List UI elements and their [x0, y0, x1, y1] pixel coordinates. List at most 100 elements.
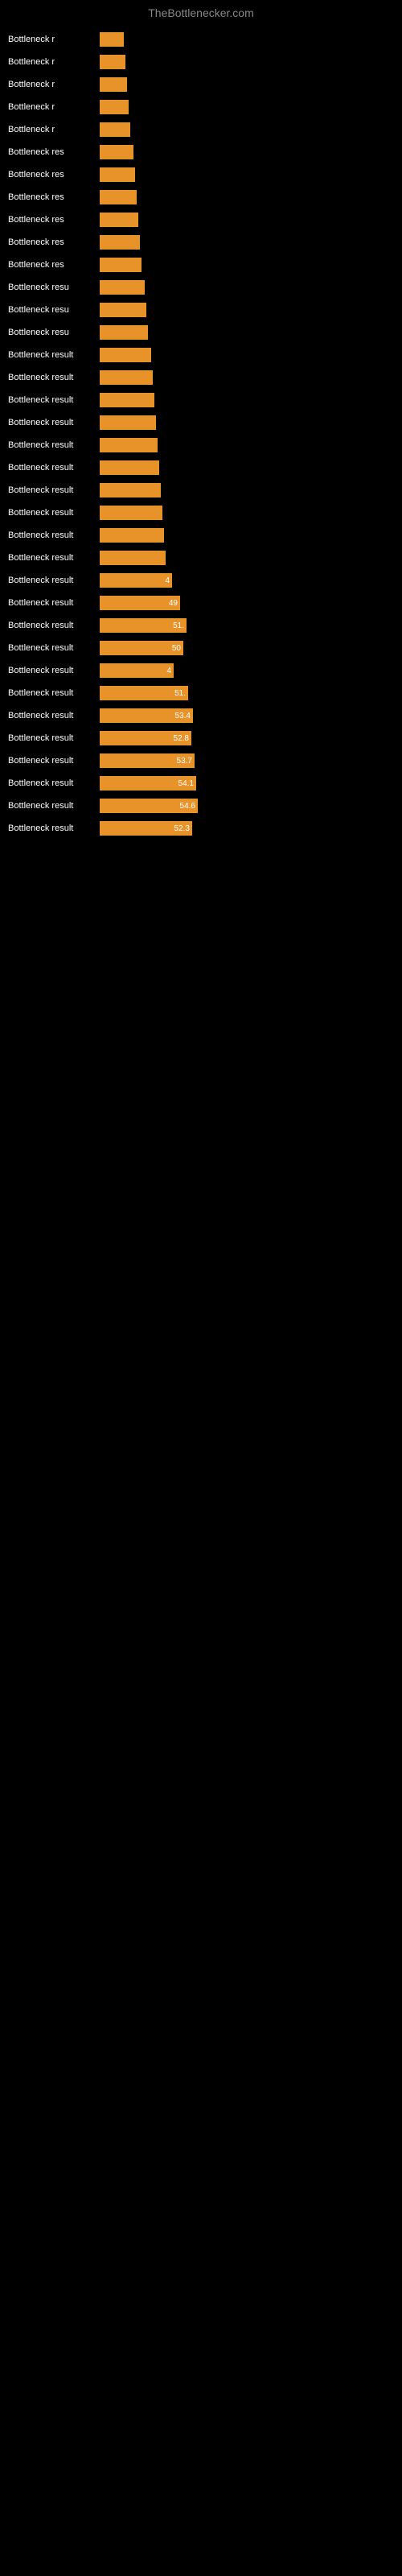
bar-label: Bottleneck result	[8, 395, 96, 405]
bar-label: Bottleneck result	[8, 440, 96, 450]
bar-label: Bottleneck res	[8, 147, 96, 157]
table-row: Bottleneck result 4	[8, 662, 394, 679]
bar-label: Bottleneck res	[8, 215, 96, 225]
table-row: Bottleneck r	[8, 53, 394, 71]
bar	[100, 77, 127, 92]
table-row: Bottleneck res	[8, 166, 394, 184]
bar-label: Bottleneck result	[8, 801, 96, 811]
bar-label: Bottleneck resu	[8, 305, 96, 315]
bar-value: 54.1	[178, 779, 194, 788]
bar	[100, 100, 129, 114]
bar	[100, 506, 162, 520]
table-row: Bottleneck result	[8, 346, 394, 364]
bar-label: Bottleneck result	[8, 530, 96, 540]
bar-label: Bottleneck r	[8, 57, 96, 67]
table-row: Bottleneck result	[8, 391, 394, 409]
bar-label: Bottleneck result	[8, 485, 96, 495]
table-row: Bottleneck result 53.7	[8, 752, 394, 770]
bar-value: 4	[165, 576, 170, 585]
bar-label: Bottleneck res	[8, 170, 96, 180]
table-row: Bottleneck resu	[8, 324, 394, 341]
table-row: Bottleneck result	[8, 369, 394, 386]
bar	[100, 145, 133, 159]
bar	[100, 235, 140, 250]
bar-label: Bottleneck r	[8, 125, 96, 134]
bar-label: Bottleneck result	[8, 666, 96, 675]
table-row: Bottleneck result 51.	[8, 684, 394, 702]
bar-label: Bottleneck res	[8, 237, 96, 247]
bar-value: 53.7	[177, 757, 192, 766]
bar	[100, 122, 130, 137]
bar	[100, 325, 148, 340]
bar: 54.1	[100, 776, 196, 791]
table-row: Bottleneck result 4	[8, 572, 394, 589]
bar-value: 52.3	[174, 824, 190, 833]
table-row: Bottleneck result	[8, 526, 394, 544]
bar	[100, 213, 138, 227]
bar-label: Bottleneck result	[8, 598, 96, 608]
table-row: Bottleneck result	[8, 481, 394, 499]
bar	[100, 280, 145, 295]
bar	[100, 460, 159, 475]
table-row: Bottleneck res	[8, 188, 394, 206]
table-row: Bottleneck result 53.4	[8, 707, 394, 724]
table-row: Bottleneck result	[8, 549, 394, 567]
bar-value: 51.	[174, 689, 186, 698]
table-row: Bottleneck result52.8	[8, 729, 394, 747]
bar-value: 4	[166, 667, 171, 675]
table-row: Bottleneck result 54.6	[8, 797, 394, 815]
table-row: Bottleneck result	[8, 504, 394, 522]
bar	[100, 258, 142, 272]
bar	[100, 348, 151, 362]
bar	[100, 32, 124, 47]
table-row: Bottleneck r	[8, 98, 394, 116]
site-title: TheBottlenecker.com	[0, 0, 402, 23]
bar	[100, 438, 158, 452]
bar-label: Bottleneck r	[8, 102, 96, 112]
bar-label: Bottleneck result	[8, 621, 96, 630]
table-row: Bottleneck res	[8, 256, 394, 274]
table-row: Bottleneck result	[8, 414, 394, 431]
bar-label: Bottleneck result	[8, 824, 96, 833]
table-row: Bottleneck result	[8, 459, 394, 477]
bar	[100, 483, 161, 497]
table-row: Bottleneck r	[8, 31, 394, 48]
bar-label: Bottleneck resu	[8, 283, 96, 292]
table-row: Bottleneck r	[8, 76, 394, 93]
rows-container: Bottleneck r Bottleneck r Bottleneck r Bott…	[0, 23, 402, 845]
bar-label: Bottleneck result	[8, 688, 96, 698]
bar-value: 54.6	[180, 802, 195, 811]
bar-label: Bottleneck resu	[8, 328, 96, 337]
bar-label: Bottleneck result	[8, 778, 96, 788]
bar-label: Bottleneck result	[8, 553, 96, 563]
bar-value: 50	[172, 644, 181, 653]
bar-value: 53.4	[175, 712, 191, 720]
bar-label: Bottleneck res	[8, 192, 96, 202]
table-row: Bottleneck result 52.3	[8, 819, 394, 837]
bar-label: Bottleneck r	[8, 80, 96, 89]
bar	[100, 303, 146, 317]
table-row: Bottleneck res	[8, 211, 394, 229]
bar-label: Bottleneck res	[8, 260, 96, 270]
bar	[100, 415, 156, 430]
bar-label: Bottleneck result	[8, 576, 96, 585]
bar	[100, 551, 166, 565]
bar-label: Bottleneck result	[8, 508, 96, 518]
table-row: Bottleneck result 51.	[8, 617, 394, 634]
bar: 51.	[100, 618, 187, 633]
bar-label: Bottleneck result	[8, 373, 96, 382]
bar: 50	[100, 641, 183, 655]
table-row: Bottleneck r	[8, 121, 394, 138]
bar-label: Bottleneck result	[8, 756, 96, 766]
bar	[100, 370, 153, 385]
bar	[100, 55, 125, 69]
bar: 53.7	[100, 753, 195, 768]
bar: 4	[100, 573, 172, 588]
bar-value: 49	[169, 599, 178, 608]
bar-label: Bottleneck result	[8, 711, 96, 720]
table-row: Bottleneck resu	[8, 279, 394, 296]
bar-value: 52.8	[174, 734, 189, 743]
table-row: Bottleneck res	[8, 233, 394, 251]
table-row: Bottleneck result 50	[8, 639, 394, 657]
bar-label: Bottleneck result	[8, 643, 96, 653]
